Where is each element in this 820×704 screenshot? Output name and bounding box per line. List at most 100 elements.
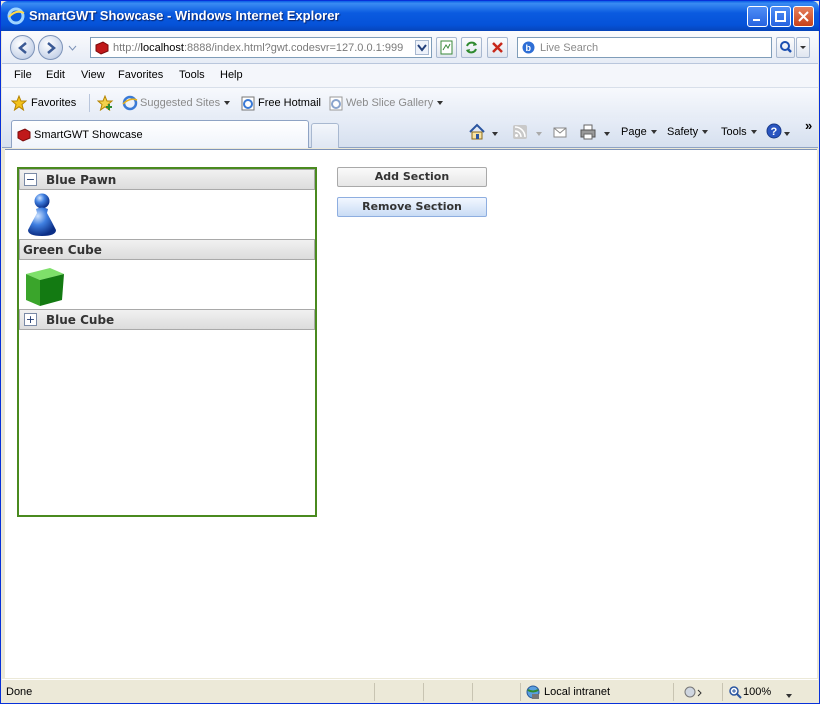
collapse-icon[interactable]: −	[24, 173, 37, 186]
add-to-favorites-bar-icon[interactable]	[96, 94, 114, 114]
status-divider	[472, 683, 473, 701]
svg-text:?: ?	[771, 126, 778, 138]
remove-section-button[interactable]: Remove Section	[337, 197, 487, 217]
suggested-sites-label: Suggested Sites	[140, 97, 221, 109]
add-section-button[interactable]: Add Section	[337, 167, 487, 187]
blue-pawn-icon	[25, 192, 59, 241]
new-tab-button[interactable]	[311, 123, 339, 148]
free-hotmail-link[interactable]: Free Hotmail	[258, 97, 321, 109]
minimize-button[interactable]	[747, 6, 768, 27]
tools-menu[interactable]: Tools	[721, 126, 757, 138]
status-divider	[673, 683, 674, 701]
tab-label: SmartGWT Showcase	[34, 129, 143, 141]
page-content: − Blue Pawn Green Cube + Blue Cube Add S…	[5, 149, 817, 678]
browser-window: SmartGWT Showcase - Windows Internet Exp…	[0, 0, 820, 704]
favorites-star-icon	[10, 94, 28, 114]
status-divider	[423, 683, 424, 701]
section-title: Blue Cube	[46, 313, 115, 327]
menu-help[interactable]: Help	[220, 69, 243, 81]
security-zone-label: Local intranet	[544, 686, 611, 698]
search-button[interactable]	[776, 37, 795, 58]
title-bar: SmartGWT Showcase - Windows Internet Exp…	[1, 1, 819, 31]
address-bar[interactable]: http://localhost:8888/index.html?gwt.cod…	[90, 37, 432, 58]
green-cube-icon	[22, 262, 66, 311]
zoom-icon[interactable]	[728, 685, 742, 702]
web-slice-gallery-label: Web Slice Gallery	[346, 97, 434, 109]
expand-icon[interactable]: +	[24, 313, 37, 326]
web-slice-icon	[328, 95, 344, 114]
ie-logo-icon	[7, 7, 25, 25]
address-dropdown-button[interactable]	[415, 40, 429, 55]
status-bar: Done Local intranet 100%	[2, 679, 818, 703]
forward-button[interactable]	[38, 35, 63, 60]
tools-menu-label: Tools	[721, 126, 747, 138]
search-input[interactable]: b Live Search	[517, 37, 772, 58]
protected-mode-icon[interactable]	[683, 685, 703, 702]
menu-edit[interactable]: Edit	[46, 69, 65, 81]
stop-button[interactable]	[487, 37, 508, 58]
favbar-divider	[89, 94, 90, 112]
menu-view[interactable]: View	[81, 69, 105, 81]
home-icon[interactable]	[468, 123, 486, 144]
section-body-blue-pawn	[19, 190, 315, 239]
suggested-sites-icon	[122, 95, 138, 114]
intranet-zone-icon	[525, 684, 541, 703]
read-mail-icon[interactable]	[552, 124, 568, 143]
zoom-level[interactable]: 100%	[743, 686, 771, 698]
safety-menu-label: Safety	[667, 126, 699, 138]
svg-text:b: b	[526, 43, 532, 53]
feeds-dropdown-icon[interactable]	[536, 128, 542, 140]
suggested-sites-link[interactable]: Suggested Sites	[140, 97, 231, 109]
rss-feeds-icon[interactable]	[512, 124, 528, 143]
favorites-bar: Favorites Suggested Sites Free Hotmail W…	[2, 88, 818, 118]
page-favicon-icon	[94, 40, 109, 58]
menu-favorites[interactable]: Favorites	[118, 69, 163, 81]
tab-favicon-icon	[16, 127, 31, 145]
tab-row: SmartGWT Showcase Page Safety Tools ? »	[2, 118, 818, 148]
help-dropdown-icon[interactable]	[784, 128, 790, 140]
menu-file[interactable]: File	[14, 69, 32, 81]
status-divider	[722, 683, 723, 701]
back-button[interactable]	[10, 35, 35, 60]
page-menu[interactable]: Page	[621, 126, 657, 138]
home-dropdown-icon[interactable]	[492, 128, 498, 140]
more-toolbar-button[interactable]: »	[805, 118, 812, 133]
live-search-icon: b	[521, 40, 536, 58]
window-title: SmartGWT Showcase - Windows Internet Exp…	[29, 8, 340, 23]
address-toolbar: http://localhost:8888/index.html?gwt.cod…	[2, 31, 818, 64]
help-icon[interactable]: ?	[765, 122, 783, 143]
chevron-down-icon	[224, 101, 231, 106]
section-body-green-cube	[19, 260, 315, 309]
menu-tools[interactable]: Tools	[179, 69, 205, 81]
close-window-button[interactable]	[793, 6, 814, 27]
print-dropdown-icon[interactable]	[604, 128, 610, 140]
address-url: http://localhost:8888/index.html?gwt.cod…	[113, 42, 404, 54]
refresh-button[interactable]	[461, 37, 482, 58]
status-divider	[520, 683, 521, 701]
section-header-blue-pawn[interactable]: − Blue Pawn	[19, 169, 315, 190]
tab-smartgwt-showcase[interactable]: SmartGWT Showcase	[11, 120, 309, 148]
chevron-down-icon	[437, 101, 444, 106]
section-title: Green Cube	[23, 243, 102, 257]
chevron-down-icon	[750, 130, 757, 135]
print-icon[interactable]	[579, 123, 597, 144]
zoom-dropdown-icon[interactable]	[786, 690, 792, 702]
web-slice-gallery-link[interactable]: Web Slice Gallery	[346, 97, 444, 109]
status-text: Done	[6, 686, 33, 698]
search-options-dropdown[interactable]	[796, 37, 810, 58]
search-placeholder: Live Search	[540, 42, 599, 54]
favorites-button[interactable]: Favorites	[31, 97, 76, 109]
safety-menu[interactable]: Safety	[667, 126, 709, 138]
chevron-down-icon	[702, 130, 709, 135]
section-header-green-cube[interactable]: Green Cube	[19, 239, 315, 260]
page-menu-label: Page	[621, 126, 647, 138]
section-title: Blue Pawn	[46, 173, 117, 187]
menu-bar: File Edit View Favorites Tools Help	[2, 64, 818, 88]
status-divider	[374, 683, 375, 701]
section-stack: − Blue Pawn Green Cube + Blue Cube	[17, 167, 317, 517]
section-header-blue-cube[interactable]: + Blue Cube	[19, 309, 315, 330]
compatibility-view-button[interactable]	[436, 37, 457, 58]
history-dropdown-icon[interactable]	[68, 43, 77, 55]
chevron-down-icon	[650, 130, 657, 135]
maximize-button[interactable]	[770, 6, 791, 27]
